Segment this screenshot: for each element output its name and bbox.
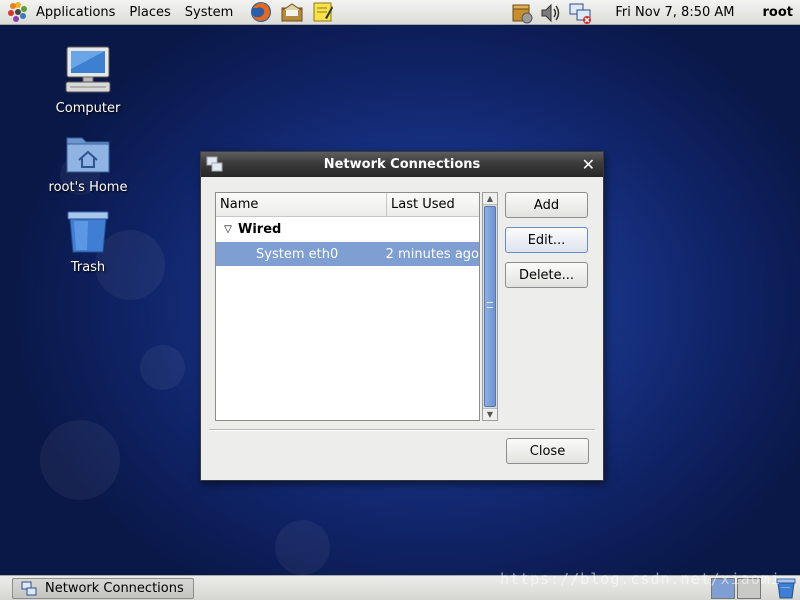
- system-tray: Fri Nov 7, 8:50 AM root: [510, 0, 800, 25]
- network-disconnected-icon[interactable]: [568, 1, 592, 25]
- connection-row-selected[interactable]: System eth0 2 minutes ago: [216, 242, 479, 266]
- scroll-down-arrow-icon[interactable]: ▼: [483, 408, 497, 420]
- column-header-name[interactable]: Name: [216, 193, 387, 216]
- group-row-wired[interactable]: ▽ Wired: [216, 217, 479, 242]
- background-bubble: [275, 520, 330, 575]
- computer-icon: [65, 46, 111, 93]
- column-header-last-used[interactable]: Last Used: [387, 193, 479, 216]
- close-icon[interactable]: ✕: [582, 152, 595, 177]
- top-panel: Applications Places System Fri Nov 7, 8:…: [0, 0, 800, 25]
- scroll-grip: [487, 302, 493, 308]
- network-window-icon: [21, 581, 37, 595]
- user-menu[interactable]: root: [763, 5, 794, 20]
- list-scrollbar[interactable]: ▲ ▼: [482, 192, 498, 421]
- menu-places[interactable]: Places: [122, 0, 177, 25]
- desktop-icon-home[interactable]: root's Home: [33, 130, 143, 195]
- desktop-icon-label: root's Home: [48, 180, 128, 195]
- connection-name: System eth0: [256, 246, 339, 262]
- close-button[interactable]: Close: [506, 438, 589, 464]
- background-bubble: [40, 420, 120, 500]
- desktop-icon-label: Trash: [70, 260, 106, 275]
- background-bubble: [140, 345, 185, 390]
- updates-icon[interactable]: [510, 1, 534, 25]
- trash-icon: [67, 211, 109, 253]
- main-menu: Applications Places System: [0, 0, 335, 25]
- firefox-icon[interactable]: [249, 0, 273, 24]
- network-window-icon: [206, 156, 223, 172]
- volume-icon[interactable]: [539, 1, 563, 25]
- desktop-icon-trash[interactable]: Trash: [33, 210, 143, 275]
- list-header: Name Last Used: [216, 193, 479, 217]
- watermark-text: https://blog.csdn.net/xiaomi_: [500, 570, 791, 588]
- taskbar-item-network-connections[interactable]: Network Connections: [12, 578, 194, 599]
- add-button[interactable]: Add: [505, 192, 588, 218]
- clock[interactable]: Fri Nov 7, 8:50 AM: [615, 5, 734, 20]
- home-folder-icon: [66, 137, 110, 173]
- connections-list[interactable]: Name Last Used ▽ Wired System eth0 2 min…: [215, 192, 480, 421]
- email-icon[interactable]: [280, 0, 304, 24]
- menu-applications[interactable]: Applications: [29, 0, 122, 25]
- delete-button[interactable]: Delete...: [505, 262, 588, 288]
- scroll-thumb[interactable]: [484, 206, 496, 407]
- desktop-icon-computer[interactable]: Computer: [33, 45, 143, 116]
- applications-logo-icon[interactable]: [7, 1, 29, 23]
- taskbar-item-label: Network Connections: [45, 581, 184, 596]
- desktop-icon-label: Computer: [55, 101, 121, 116]
- menu-system[interactable]: System: [178, 0, 240, 25]
- expander-triangle-icon[interactable]: ▽: [218, 224, 238, 235]
- network-connections-dialog: Network Connections ✕ Name Last Used ▽ W…: [200, 151, 604, 481]
- dialog-title: Network Connections: [323, 157, 481, 172]
- edit-button[interactable]: Edit...: [505, 227, 588, 253]
- scroll-up-arrow-icon[interactable]: ▲: [483, 193, 497, 205]
- dialog-separator: [209, 429, 595, 431]
- dialog-titlebar[interactable]: Network Connections ✕: [201, 152, 603, 177]
- connection-last-used: 2 minutes ago: [385, 246, 479, 262]
- group-label: Wired: [238, 222, 282, 237]
- notes-icon[interactable]: [311, 0, 335, 24]
